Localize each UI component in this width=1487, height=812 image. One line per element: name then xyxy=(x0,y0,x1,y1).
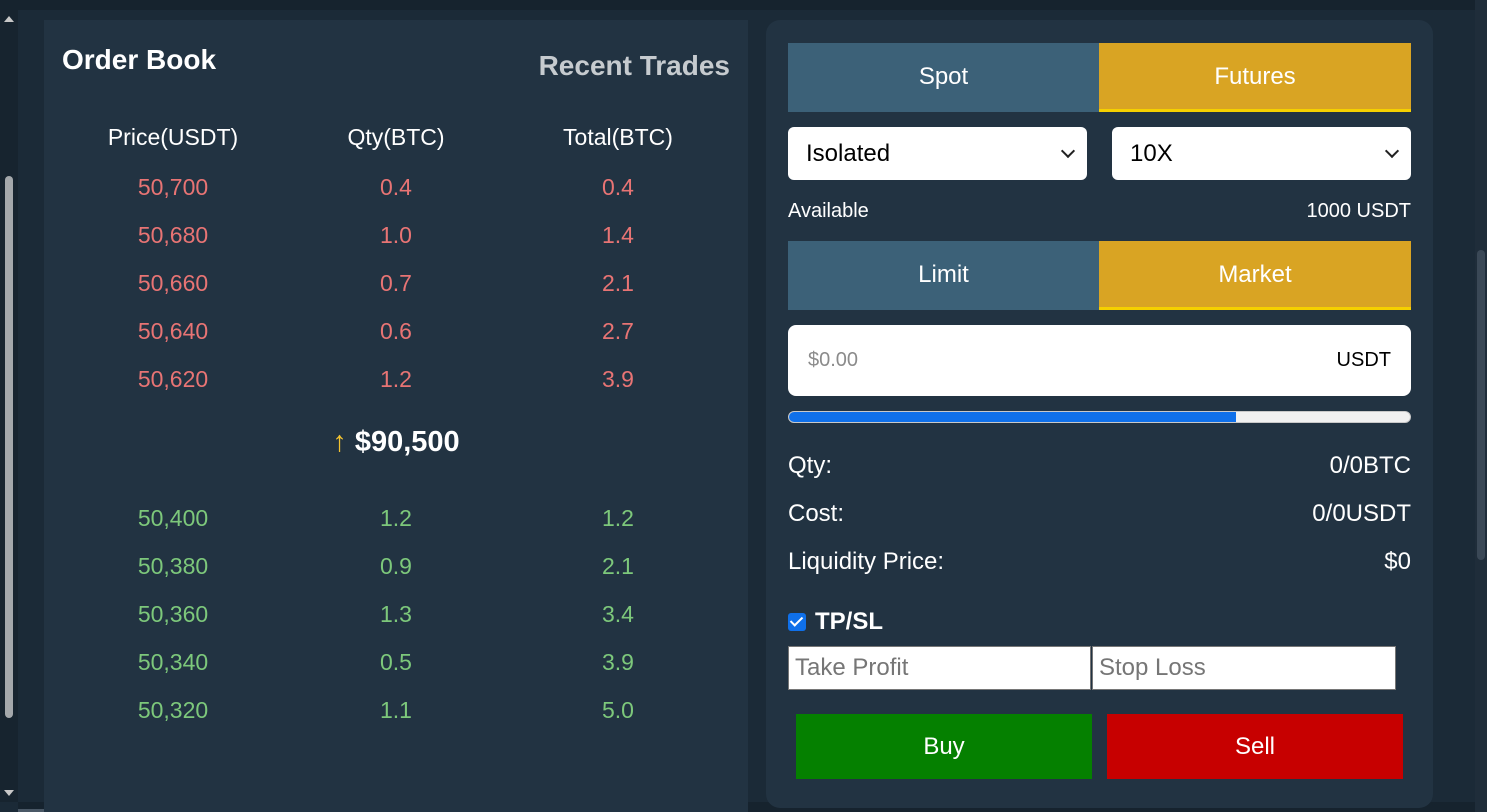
ask-price: 50,680 xyxy=(137,222,209,248)
ask-price: 50,640 xyxy=(137,318,209,344)
ask-row[interactable]: 50,700 0.4 0.4 xyxy=(44,163,748,211)
up-arrow-icon: ↑ xyxy=(332,426,347,458)
ask-row[interactable]: 50,660 0.7 2.1 xyxy=(44,259,748,307)
mid-price: ↑ $90,500 xyxy=(44,426,748,459)
bid-row[interactable]: 50,360 1.3 3.4 xyxy=(44,590,748,638)
amount-placeholder: $0.00 xyxy=(808,349,859,371)
bid-total: 1.2 xyxy=(602,505,634,531)
mid-price-value: $90,500 xyxy=(354,426,460,458)
market-type-tabs: Spot Futures xyxy=(788,43,1411,112)
ask-qty: 0.4 xyxy=(380,174,412,200)
bid-row[interactable]: 50,400 1.2 1.2 xyxy=(44,494,748,542)
margin-mode-value: Isolated xyxy=(806,140,891,167)
bid-row[interactable]: 50,380 0.9 2.1 xyxy=(44,542,748,590)
top-bar xyxy=(0,0,1487,10)
ask-price: 50,700 xyxy=(137,174,209,200)
bid-total: 2.1 xyxy=(602,553,634,579)
available-value: 1000 USDT xyxy=(1306,200,1412,222)
ask-total: 3.9 xyxy=(602,366,634,392)
tab-limit[interactable]: Limit xyxy=(788,241,1099,310)
liquidity-price-label: Liquidity Price: xyxy=(788,548,945,575)
margin-mode-select[interactable]: Isolated xyxy=(788,127,1087,180)
ask-row[interactable]: 50,620 1.2 3.9 xyxy=(44,355,748,403)
ask-price: 50,660 xyxy=(137,270,209,296)
page-scrollbar-left[interactable] xyxy=(0,10,18,802)
bid-row[interactable]: 50,340 0.5 3.9 xyxy=(44,638,748,686)
trade-panel: Spot Futures Isolated 10X Available 1000… xyxy=(766,20,1433,808)
bid-total: 3.4 xyxy=(602,601,634,627)
bid-qty: 1.1 xyxy=(380,697,412,723)
bid-qty: 0.9 xyxy=(380,553,412,579)
tpsl-toggle[interactable]: TP/SL xyxy=(788,608,883,636)
tab-futures[interactable]: Futures xyxy=(1099,43,1411,112)
column-header-price: Price(USDT) xyxy=(107,124,239,150)
scroll-up-arrow-icon[interactable] xyxy=(4,16,14,22)
bid-qty: 0.5 xyxy=(380,649,412,675)
ask-qty: 0.6 xyxy=(380,318,412,344)
chevron-down-icon xyxy=(1384,143,1400,159)
sell-button[interactable]: Sell xyxy=(1107,714,1403,779)
column-header-qty: Qty(BTC) xyxy=(347,124,445,150)
ask-qty: 0.7 xyxy=(380,270,412,296)
order-type-tabs: Limit Market xyxy=(788,241,1411,310)
qty-label: Qty: xyxy=(788,452,833,479)
take-profit-input[interactable]: Take Profit xyxy=(788,646,1091,690)
order-book-tab[interactable]: Order Book xyxy=(62,44,216,76)
slider-fill xyxy=(789,412,1237,422)
ask-qty: 1.0 xyxy=(380,222,412,248)
leverage-value: 10X xyxy=(1130,140,1173,167)
liquidity-price-value: $0 xyxy=(1384,548,1411,575)
tab-spot[interactable]: Spot xyxy=(788,43,1099,112)
bid-price: 50,320 xyxy=(137,697,209,723)
ask-qty: 1.2 xyxy=(380,366,412,392)
cost-label: Cost: xyxy=(788,500,845,527)
bid-row[interactable]: 50,320 1.1 5.0 xyxy=(44,686,748,734)
tpsl-label: TP/SL xyxy=(815,608,884,635)
cost-value: 0/0USDT xyxy=(1312,500,1411,527)
ask-row[interactable]: 50,680 1.0 1.4 xyxy=(44,211,748,259)
bid-price: 50,400 xyxy=(137,505,209,531)
leverage-select[interactable]: 10X xyxy=(1112,127,1411,180)
scroll-down-arrow-icon[interactable] xyxy=(4,790,14,796)
ask-total: 2.1 xyxy=(602,270,634,296)
ask-row[interactable]: 50,640 0.6 2.7 xyxy=(44,307,748,355)
available-label: Available xyxy=(788,200,869,222)
bid-qty: 1.2 xyxy=(380,505,412,531)
amount-unit: USDT xyxy=(1336,349,1391,371)
scrollbar-thumb[interactable] xyxy=(5,176,13,718)
ask-total: 2.7 xyxy=(602,318,634,344)
stop-loss-input[interactable]: Stop Loss xyxy=(1092,646,1396,690)
recent-trades-tab[interactable]: Recent Trades xyxy=(539,50,730,82)
ask-total: 0.4 xyxy=(602,174,634,200)
bid-total: 5.0 xyxy=(602,697,634,723)
amount-input[interactable]: $0.00 USDT xyxy=(788,325,1411,396)
qty-value: 0/0BTC xyxy=(1329,452,1411,479)
ask-price: 50,620 xyxy=(137,366,209,392)
bid-price: 50,340 xyxy=(137,649,209,675)
bid-price: 50,380 xyxy=(137,553,209,579)
scrollbar-thumb[interactable] xyxy=(1477,250,1485,560)
order-book-panel: Order Book Recent Trades Price(USDT) Qty… xyxy=(44,20,748,812)
amount-slider[interactable] xyxy=(788,411,1411,423)
bid-total: 3.9 xyxy=(602,649,634,675)
chevron-down-icon xyxy=(1060,143,1076,159)
buy-button[interactable]: Buy xyxy=(796,714,1092,779)
ask-total: 1.4 xyxy=(602,222,634,248)
tab-market[interactable]: Market xyxy=(1099,241,1411,310)
page-scrollbar-right[interactable] xyxy=(1475,0,1487,812)
bid-price: 50,360 xyxy=(137,601,209,627)
tpsl-checkbox[interactable] xyxy=(788,613,806,631)
column-header-total: Total(BTC) xyxy=(563,124,673,150)
bid-qty: 1.3 xyxy=(380,601,412,627)
